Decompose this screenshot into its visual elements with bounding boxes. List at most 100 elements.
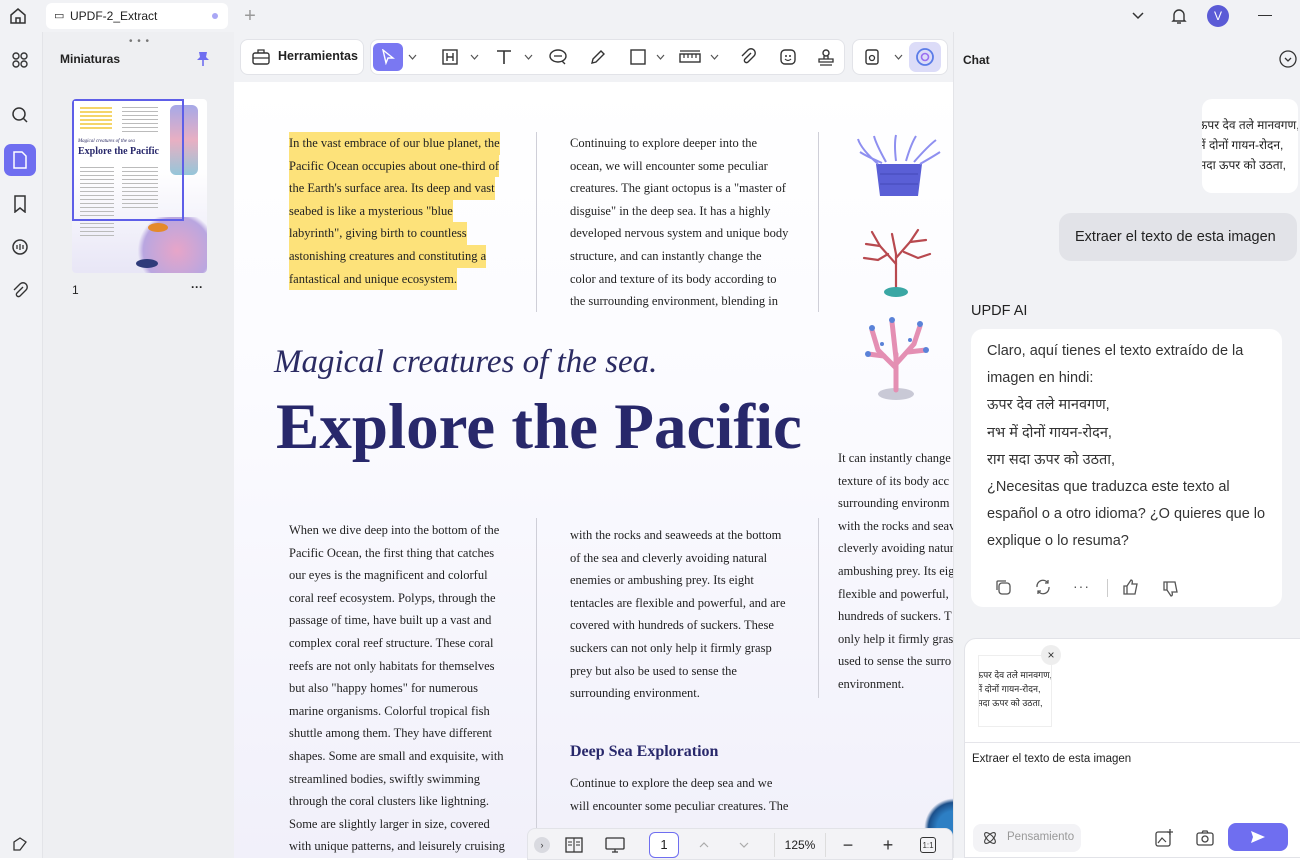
attachment-icon[interactable] [4, 275, 36, 307]
message-input[interactable]: Extraer el texto de esta imagen [972, 753, 1292, 765]
measure-tool-icon[interactable] [675, 40, 705, 74]
page-number-label: 1 [72, 283, 79, 297]
text-line: complex coral reef structure. These cora… [289, 635, 494, 650]
text-line: covered with hundreds of suckers. These [570, 618, 774, 633]
highlighted-line: the Earth's surface area. Its deep and v… [289, 177, 495, 200]
home-icon[interactable] [6, 5, 30, 27]
document-tab[interactable]: ▭ UPDF-2_Extract [46, 3, 228, 29]
layers-icon[interactable] [4, 828, 36, 860]
text-line: flexible and powerful, [838, 586, 949, 601]
chevron-down-icon[interactable] [405, 40, 419, 74]
text-line: Continue to explore the deep sea and we [570, 776, 773, 790]
text-line: used to sense the surro [838, 654, 952, 669]
new-tab-plus-icon[interactable]: + [240, 5, 260, 27]
image-add-icon[interactable] [1154, 828, 1174, 853]
page-number-input[interactable]: 1 [649, 832, 679, 858]
chevron-down-icon[interactable] [521, 40, 535, 74]
page-layout-icon[interactable] [564, 835, 584, 855]
zoom-in-icon[interactable]: + [878, 835, 898, 855]
thumbnail-selection [72, 99, 184, 221]
response-line: राग सदा ऊपर को उठता, [987, 451, 1116, 468]
paperclip-icon[interactable] [733, 40, 763, 74]
fit-page-icon[interactable]: 1:1 [920, 837, 936, 853]
send-button[interactable] [1228, 823, 1288, 851]
chevron-down-icon[interactable] [653, 40, 667, 74]
drag-handle[interactable]: • • • [129, 36, 150, 47]
sticker-icon[interactable] [773, 40, 803, 74]
pin-icon[interactable] [196, 51, 210, 72]
chevron-down-icon[interactable] [891, 40, 905, 74]
minimize-icon[interactable] [1258, 15, 1272, 16]
text-line: the surrounding environment, blending in [570, 294, 778, 309]
italic-title: Magical creatures of the sea. [274, 344, 658, 380]
thumbnails-panel: • • • Miniaturas Magical creatures of th… [42, 32, 234, 858]
text-line: cleverly avoiding natur [838, 541, 953, 556]
regenerate-icon[interactable] [1034, 578, 1052, 601]
collapse-arrow-icon[interactable]: › [534, 837, 550, 853]
zoom-level[interactable]: 125% [774, 833, 826, 857]
image-text-line: ऊपर देव तले मानवगण, [978, 670, 1052, 680]
text-line: shapes. Some are small and exquisite, wi… [289, 748, 504, 763]
text-line: disguise" in the deep sea. It has a high… [570, 203, 771, 218]
more-icon[interactable]: ··· [1073, 578, 1090, 594]
thumbnails-icon[interactable] [4, 144, 36, 176]
bell-icon[interactable] [1168, 5, 1190, 27]
text-line: surrounding environm [838, 496, 950, 511]
stamp-icon[interactable] [811, 40, 841, 74]
chevron-down-icon[interactable] [1128, 5, 1148, 27]
chevron-down-icon[interactable] [467, 40, 481, 74]
text-line: texture of its body acc [838, 473, 950, 488]
intro-column-2: Continuing to explore deeper into the oc… [570, 132, 810, 313]
thumbs-up-icon[interactable] [1122, 578, 1140, 601]
document-tab-title: UPDF-2_Extract [70, 9, 158, 23]
remove-attachment-icon[interactable]: × [1041, 645, 1061, 665]
page-thumbnail[interactable]: Magical creatures of the sea Explore the… [72, 99, 207, 273]
updf-ai-icon[interactable] [909, 42, 941, 72]
screenshot-icon[interactable] [1195, 828, 1215, 853]
save-tool-icon[interactable] [857, 40, 887, 74]
shape-tool-icon[interactable] [623, 40, 653, 74]
body-column-3: It can instantly change texture of its b… [838, 447, 953, 696]
chevron-down-icon[interactable] [707, 40, 721, 74]
pencil-tool-icon[interactable] [583, 40, 613, 74]
thumbs-down-icon[interactable] [1162, 580, 1180, 603]
text-tool-icon[interactable] [489, 40, 519, 74]
tools-button[interactable]: Herramientas [240, 39, 364, 75]
comment-tool-icon[interactable] [543, 40, 573, 74]
thumbnail-more-icon[interactable]: ··· [191, 280, 203, 294]
highlight-tool-icon[interactable] [435, 40, 465, 74]
copy-icon[interactable] [994, 578, 1012, 601]
history-icon[interactable] [1279, 50, 1297, 73]
user-image-message: ऊपर देव तले मानवगण, नभ में दोनों गायन-रो… [1202, 99, 1298, 193]
anemone-image [856, 134, 942, 200]
select-tool[interactable] [373, 43, 403, 71]
image-text-line: ऊपर देव तले मानवगण, [1202, 118, 1298, 132]
text-line: through the coral clusters like lightnin… [289, 794, 489, 809]
toolbar: Herramientas [234, 32, 953, 82]
bookmark-icon[interactable] [4, 188, 36, 220]
response-line: ऊपर देव तले मानवगण, [987, 397, 1110, 414]
zoom-out-icon[interactable]: − [838, 835, 858, 855]
thinking-toggle[interactable]: Pensamiento [973, 824, 1081, 852]
column-divider [536, 132, 537, 312]
avatar[interactable]: V [1207, 5, 1229, 27]
text-line: structure, and can instantly change the [570, 248, 762, 263]
image-text-line: नभ में दोनों गायन-रोदन, [979, 684, 1041, 694]
text-line: marine organisms. Colorful tropical fish [289, 703, 490, 718]
text-line: only help it firmly gras [838, 631, 953, 646]
presentation-icon[interactable] [604, 835, 626, 855]
comments-icon[interactable] [4, 231, 36, 263]
search-icon[interactable] [4, 99, 36, 131]
organize-icon[interactable] [4, 44, 36, 76]
deep-sea-text: Continue to explore the deep sea and we … [570, 772, 810, 817]
text-line: shuttle among them. They have different [289, 726, 492, 741]
response-line: explique o lo resuma? [987, 533, 1129, 550]
column-divider [818, 132, 819, 312]
send-icon [1251, 831, 1265, 843]
next-page-icon[interactable] [736, 837, 752, 853]
highlighted-line: In the vast embrace of our blue planet, … [289, 132, 500, 155]
user-message: Extraer el texto de esta imagen [1059, 213, 1297, 261]
text-line: streamlined bodies, swiftly swimming [289, 771, 480, 786]
previous-page-icon[interactable] [696, 837, 712, 853]
text-line: environment. [838, 676, 905, 691]
